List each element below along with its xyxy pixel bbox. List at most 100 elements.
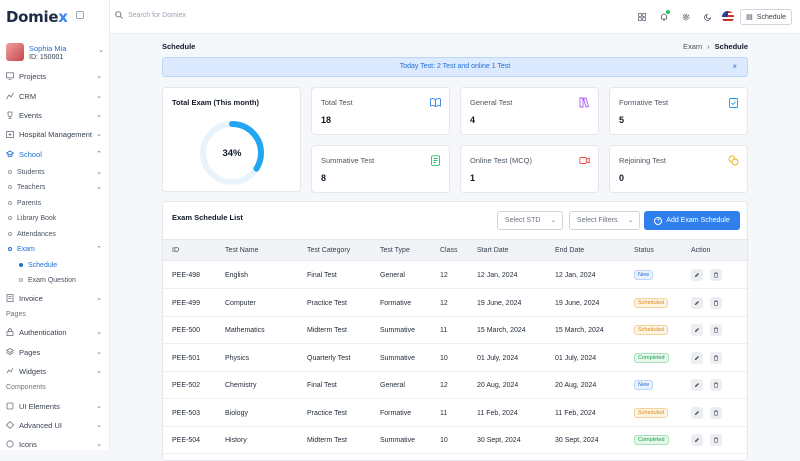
edit-icon[interactable] [691, 269, 703, 281]
sidebar-subitem-exam[interactable]: Exam ⌃ [8, 243, 106, 255]
cell-class: 10 [440, 354, 448, 362]
breadcrumb-parent[interactable]: Exam [683, 42, 702, 51]
stat-card-total-test: Total Test 18 [311, 87, 450, 135]
edit-icon[interactable] [691, 351, 703, 364]
trash-icon[interactable] [710, 406, 722, 419]
close-icon[interactable]: × [732, 58, 737, 76]
sidebar-item-label: Widgets [19, 366, 47, 376]
chevron-down-icon: ⌄ [96, 93, 102, 100]
sidebar-item-label: Advanced UI [19, 420, 62, 430]
cell-test-name: History [225, 437, 247, 444]
cell-test-type: General [380, 272, 405, 279]
cell-test-name: Computer [225, 299, 256, 307]
column-header: ID [172, 247, 179, 254]
cell-test-category: Practice Test [307, 409, 347, 417]
edit-icon[interactable] [691, 379, 703, 391]
sidebar-item-authentication[interactable]: Authentication ⌄ [6, 325, 106, 339]
status-badge: Scheduled [634, 325, 668, 335]
moon-icon[interactable] [700, 9, 716, 25]
bullet-icon [8, 185, 12, 189]
table-row: PEE-498 English Final Test General 12 12 Jan,… [163, 262, 747, 289]
book-open-icon [430, 98, 441, 108]
trash-icon[interactable] [710, 434, 722, 446]
sidebar-item-hospital-management[interactable]: Hospital Management ⌄ [6, 127, 106, 141]
cell-test-type: Summative [380, 437, 416, 444]
cell-start-date: 15 March, 2024 [477, 327, 526, 334]
breadcrumb-separator: › [707, 42, 710, 51]
chevron-down-icon: ⌄ [96, 73, 102, 80]
sidebar-item-label: Icons [19, 439, 37, 449]
sidebar-item-events[interactable]: Events ⌄ [6, 108, 106, 122]
edit-icon[interactable] [691, 434, 703, 446]
sidebar-item-ui-elements[interactable]: UI Elements ⌄ [6, 399, 106, 413]
school-icon [6, 150, 14, 158]
sidebar-item-label: Invoice [19, 293, 43, 303]
cell-test-type: Summative [380, 354, 416, 362]
sidebar-subitem-attendances[interactable]: Attendances [8, 228, 106, 240]
edit-icon[interactable] [691, 296, 703, 309]
chevron-up-icon: ⌃ [96, 151, 102, 158]
cell-id: PEE-498 [172, 272, 201, 279]
trash-icon[interactable] [710, 269, 722, 281]
trash-icon[interactable] [710, 351, 722, 364]
notification-icon[interactable] [656, 9, 672, 25]
chevron-down-icon: ⌄ [550, 218, 556, 224]
chevron-down-icon: ⌄ [96, 112, 102, 119]
stat-label: General Test [470, 98, 513, 107]
sidebar-item-crm[interactable]: CRM ⌄ [6, 89, 106, 103]
search-input[interactable]: Search for Domiex [115, 11, 186, 19]
cell-test-type: Summative [380, 327, 416, 334]
edit-icon[interactable] [691, 324, 703, 336]
notification-badge [666, 10, 671, 14]
chevron-up-icon: ⌃ [96, 246, 102, 253]
sidebar-subitem-teachers[interactable]: Teachers ⌄ [8, 181, 106, 193]
sidebar-item-invoice[interactable]: Invoice ⌄ [6, 291, 106, 305]
column-header: Start Date [477, 247, 509, 254]
stat-label: Rejoining Test [619, 156, 666, 165]
plus-circle-icon: + [654, 216, 663, 225]
sidebar-item-projects[interactable]: Projects ⌄ [6, 69, 106, 83]
sidebar-item-school[interactable]: School ⌃ [6, 147, 106, 161]
search-icon [115, 11, 123, 19]
trash-icon[interactable] [710, 324, 722, 336]
sidebar-item-advanced-ui[interactable]: Advanced UI ⌄ [6, 418, 106, 432]
icons-icon [6, 440, 14, 448]
bullet-icon [8, 247, 12, 251]
cell-end-date: 11 Feb, 2024 [555, 409, 596, 417]
cell-test-category: Final Test [307, 382, 337, 389]
stat-card-summative-test: Summative Test 8 [311, 145, 450, 193]
sidebar-subitem-students[interactable]: Students ⌄ [8, 166, 106, 178]
sidebar-item-pages[interactable]: Pages ⌄ [6, 345, 106, 359]
cell-end-date: 19 June, 2024 [555, 299, 600, 307]
edit-icon[interactable] [691, 406, 703, 419]
sidebar-item-icons[interactable]: Icons ⌄ [6, 437, 106, 451]
sidebar-subitem-library-book[interactable]: Library Book [8, 212, 106, 224]
cell-start-date: 01 July, 2024 [477, 354, 519, 362]
sidebar-item-label: Projects [19, 71, 47, 81]
trash-icon[interactable] [710, 379, 722, 391]
profile-menu[interactable]: Sophia Mia ID: 150001 ⌄ [6, 40, 106, 64]
sidebar-collapse-icon[interactable] [76, 11, 84, 19]
stat-card-formative-test: Formative Test 5 [609, 87, 748, 135]
column-header: Action [691, 247, 711, 254]
schedule-button[interactable]: ▤ Schedule [740, 9, 792, 25]
trash-icon[interactable] [710, 296, 722, 309]
cell-id: PEE-501 [172, 354, 201, 362]
sidebar: Domiex Sophia Mia ID: 150001 ⌄ Projects … [0, 0, 110, 450]
sidebar-subitem-exam-question[interactable]: Exam Question [19, 274, 76, 286]
status-badge: Completed [634, 435, 669, 445]
language-flag-icon[interactable] [722, 11, 735, 23]
logo[interactable]: Domiex [6, 6, 68, 28]
layers-icon [6, 348, 14, 356]
cell-class: 12 [440, 272, 448, 279]
gear-icon[interactable] [678, 9, 694, 25]
apps-grid-icon[interactable] [634, 9, 650, 25]
sidebar-subitem-parents[interactable]: Parents [8, 197, 106, 209]
sidebar-subitem-schedule[interactable]: Schedule [19, 259, 57, 271]
add-exam-schedule-button[interactable]: + Add Exam Schedule [644, 211, 740, 230]
select-std-dropdown[interactable]: Select STD ⌄ [497, 211, 563, 230]
column-header: Test Type [380, 247, 410, 254]
select-filters-dropdown[interactable]: Select Filters ⌄ [569, 211, 640, 230]
chart-icon [6, 92, 14, 100]
sidebar-item-widgets[interactable]: Widgets ⌄ [6, 364, 106, 378]
